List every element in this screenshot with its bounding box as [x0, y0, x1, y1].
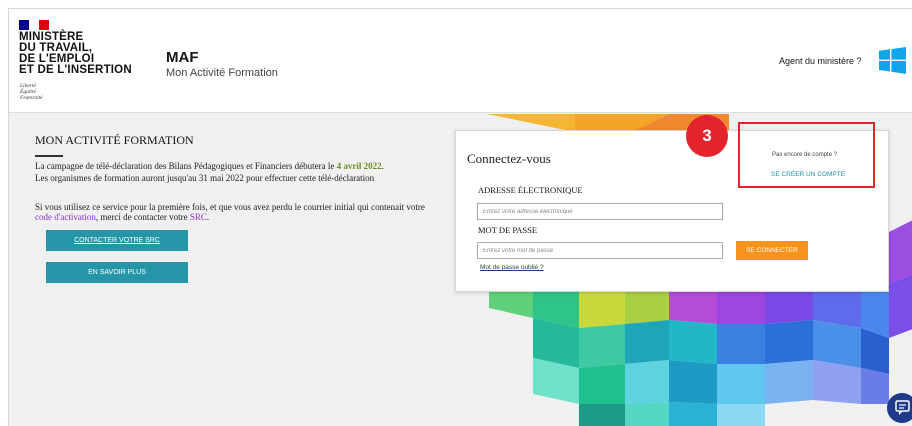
contact-src-button[interactable]: CONTACTER VOTRE SRC	[46, 230, 188, 251]
notice-text: Si vous utilisez ce service pour la prem…	[35, 202, 425, 212]
deadline-text: Les organismes de formation auront jusqu…	[35, 173, 375, 183]
chat-icon[interactable]	[887, 393, 912, 423]
hex-shape	[765, 320, 813, 364]
hex-shape	[717, 364, 765, 404]
windows-logo-icon[interactable]	[879, 47, 906, 74]
annotation-step-badge: 3	[686, 115, 728, 157]
password-label: MOT DE PASSE	[478, 225, 538, 235]
hex-shape	[669, 402, 717, 426]
hex-shape	[625, 360, 669, 404]
hex-shape	[765, 292, 813, 324]
hex-shape	[579, 292, 625, 328]
french-flag-icon	[19, 20, 49, 30]
login-button[interactable]: SE CONNECTER	[736, 241, 808, 260]
hex-shape	[489, 292, 533, 318]
hex-shape	[625, 292, 669, 324]
learn-more-button[interactable]: EN SAVOIR PLUS	[46, 262, 188, 283]
forgot-password-link[interactable]: Mot de passe oublié ?	[480, 264, 544, 271]
republic-motto: Liberté Égalité Fraternité	[20, 83, 43, 101]
site-header: MINISTÈRE DU TRAVAIL, DE L'EMPLOI ET DE …	[9, 9, 912, 113]
annotation-highlight-box	[738, 122, 875, 188]
hex-shape	[889, 274, 912, 338]
browser-page: MINISTÈRE DU TRAVAIL, DE L'EMPLOI ET DE …	[8, 8, 912, 426]
password-input[interactable]	[477, 242, 723, 259]
intro-title: MON ACTIVITÉ FORMATION	[35, 133, 194, 147]
hex-shape	[889, 220, 912, 284]
chat-bubble-icon	[895, 400, 910, 415]
hex-shape	[579, 364, 625, 404]
activation-code-link[interactable]: code d'activation	[35, 212, 96, 222]
hex-shape	[669, 320, 717, 364]
hex-shape	[669, 360, 717, 404]
hex-shape	[579, 324, 625, 368]
hex-shape	[861, 368, 889, 404]
notice-text: , merci de contacter votre	[95, 212, 190, 222]
first-use-notice: Si vous utilisez ce service pour la prem…	[35, 202, 425, 222]
intro-divider	[35, 155, 63, 157]
announcement-text: .	[381, 161, 384, 171]
hex-shape	[765, 360, 813, 404]
agent-login-link[interactable]: Agent du ministère ?	[779, 56, 862, 66]
hex-shape	[625, 402, 669, 426]
app-subtitle: Mon Activité Formation	[166, 67, 278, 79]
hex-shape	[669, 292, 717, 324]
src-link[interactable]: SRC	[190, 212, 207, 222]
hex-shape	[579, 404, 625, 426]
ministry-line: ET DE L'INSERTION	[19, 64, 132, 76]
hex-shape	[625, 320, 669, 364]
hex-shape	[717, 404, 765, 426]
ministry-logo-text[interactable]: MINISTÈRE DU TRAVAIL, DE L'EMPLOI ET DE …	[19, 31, 132, 76]
announcement-text: La campagne de télé-déclaration des Bila…	[35, 161, 337, 171]
email-label: ADRESSE ÉLECTRONIQUE	[478, 185, 583, 195]
campaign-start-date: 4 avril 2022	[336, 161, 382, 171]
login-title: Connectez-vous	[467, 151, 551, 166]
hex-shape	[813, 320, 861, 368]
app-name[interactable]: MAF	[166, 49, 199, 66]
email-input[interactable]	[477, 203, 723, 220]
notice-text: .	[206, 212, 210, 222]
motto-line: Fraternité	[20, 95, 43, 101]
hex-shape	[717, 324, 765, 364]
campaign-announcement: La campagne de télé-déclaration des Bila…	[35, 160, 425, 184]
hex-shape	[717, 292, 765, 324]
